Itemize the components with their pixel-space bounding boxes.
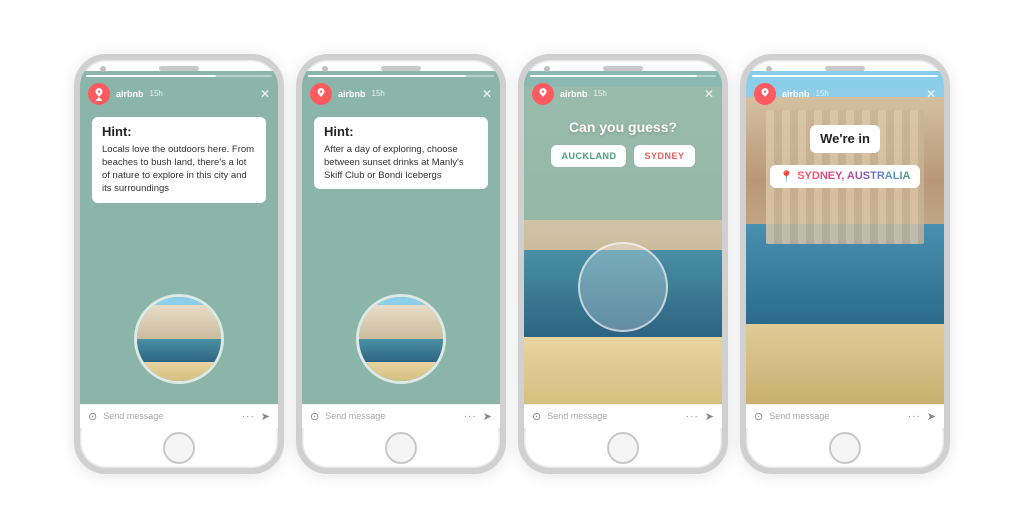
story-time-4: 15h xyxy=(816,89,829,98)
message-input-3[interactable]: Send message xyxy=(547,411,680,421)
were-in-label-4: We're in xyxy=(820,131,870,146)
dots-icon-3: ··· xyxy=(686,411,699,422)
story-area-1: airbnb 15h ✕ Hint: Locals love the outdo… xyxy=(80,71,278,404)
airbnb-logo-icon-2 xyxy=(314,87,328,101)
story-area-3: airbnb 15h ✕ Can you guess? AUCKLAND SYD… xyxy=(524,71,722,404)
bottom-bar-2: ⊙ Send message ··· ➤ xyxy=(302,404,500,428)
airbnb-logo-icon-4 xyxy=(758,87,772,101)
story-topbar-3: airbnb 15h ✕ xyxy=(524,71,722,109)
camera-icon-2: ⊙ xyxy=(310,410,319,423)
story-topbar-1: airbnb 15h ✕ xyxy=(80,71,278,109)
camera-icon-4: ⊙ xyxy=(754,410,763,423)
hint-card-2: Hint: After a day of exploring, choose b… xyxy=(314,117,488,190)
camera-icon-3: ⊙ xyxy=(532,410,541,423)
phone-screen-2: airbnb 15h ✕ Hint: After a day of explor… xyxy=(302,71,500,428)
phone-top-2 xyxy=(302,60,500,71)
story-username-2: airbnb xyxy=(338,89,366,99)
message-input-1[interactable]: Send message xyxy=(103,411,236,421)
send-icon-2[interactable]: ➤ xyxy=(483,410,492,423)
story-username-1: airbnb xyxy=(116,89,144,99)
message-input-2[interactable]: Send message xyxy=(325,411,458,421)
circle-overlay-3 xyxy=(578,242,668,332)
dots-icon-1: ··· xyxy=(242,411,255,422)
hint-title-2: Hint: xyxy=(324,124,478,139)
story-close-1[interactable]: ✕ xyxy=(260,87,270,101)
phone-screen-4: airbnb 15h ✕ We're in 📍 SYDNEY, AUSTRALI… xyxy=(746,71,944,428)
bottom-bar-1: ⊙ Send message ··· ➤ xyxy=(80,404,278,428)
home-button-2[interactable] xyxy=(385,432,417,464)
home-button-3[interactable] xyxy=(607,432,639,464)
phone-2: airbnb 15h ✕ Hint: After a day of explor… xyxy=(296,54,506,474)
story-close-4[interactable]: ✕ xyxy=(926,87,936,101)
airbnb-avatar-3 xyxy=(532,83,554,105)
story-close-3[interactable]: ✕ xyxy=(704,87,714,101)
message-input-4[interactable]: Send message xyxy=(769,411,902,421)
story-topbar-2: airbnb 15h ✕ xyxy=(302,71,500,109)
guess-prompt-3: Can you guess? xyxy=(524,109,722,141)
phone-4: airbnb 15h ✕ We're in 📍 SYDNEY, AUSTRALI… xyxy=(740,54,950,474)
phone-screen-3: airbnb 15h ✕ Can you guess? AUCKLAND SYD… xyxy=(524,71,722,428)
bottom-bar-3: ⊙ Send message ··· ➤ xyxy=(524,404,722,428)
send-icon-1[interactable]: ➤ xyxy=(261,410,270,423)
airbnb-logo-icon-1 xyxy=(92,87,106,101)
home-button-1[interactable] xyxy=(163,432,195,464)
hint-body-1: Locals love the outdoors here. From beac… xyxy=(102,143,256,196)
circle-image-2 xyxy=(356,294,446,384)
story-area-2: airbnb 15h ✕ Hint: After a day of explor… xyxy=(302,71,500,404)
hint-body-2: After a day of exploring, choose between… xyxy=(324,143,478,183)
story-username-3: airbnb xyxy=(560,89,588,99)
option-sydney-3[interactable]: SYDNEY xyxy=(634,145,694,167)
bottom-bar-4: ⊙ Send message ··· ➤ xyxy=(746,404,944,428)
location-card-4: 📍 SYDNEY, AUSTRALIA xyxy=(770,165,921,188)
airbnb-avatar-1 xyxy=(88,83,110,105)
send-icon-4[interactable]: ➤ xyxy=(927,410,936,423)
phone-1: airbnb 15h ✕ Hint: Locals love the outdo… xyxy=(74,54,284,474)
circle-image-1 xyxy=(134,294,224,384)
airbnb-avatar-2 xyxy=(310,83,332,105)
home-button-4[interactable] xyxy=(829,432,861,464)
location-text-4: SYDNEY, AUSTRALIA xyxy=(797,170,910,182)
location-pin-icon-4: 📍 xyxy=(780,170,794,183)
story-time-3: 15h xyxy=(594,89,607,98)
phone-top-4 xyxy=(746,60,944,71)
hint-title-1: Hint: xyxy=(102,124,256,139)
story-close-2[interactable]: ✕ xyxy=(482,87,492,101)
dots-icon-2: ··· xyxy=(464,411,477,422)
story-time-2: 15h xyxy=(372,89,385,98)
story-username-4: airbnb xyxy=(782,89,810,99)
camera-icon-1: ⊙ xyxy=(88,410,97,423)
dots-icon-4: ··· xyxy=(908,411,921,422)
phone-3: airbnb 15h ✕ Can you guess? AUCKLAND SYD… xyxy=(518,54,728,474)
story-topbar-4: airbnb 15h ✕ xyxy=(746,71,944,109)
option-auckland-3[interactable]: AUCKLAND xyxy=(551,145,626,167)
phones-container: airbnb 15h ✕ Hint: Locals love the outdo… xyxy=(54,34,970,494)
phone-screen-1: airbnb 15h ✕ Hint: Locals love the outdo… xyxy=(80,71,278,428)
send-icon-3[interactable]: ➤ xyxy=(705,410,714,423)
airbnb-avatar-4 xyxy=(754,83,776,105)
hint-card-1: Hint: Locals love the outdoors here. Fro… xyxy=(92,117,266,203)
story-area-4: airbnb 15h ✕ We're in 📍 SYDNEY, AUSTRALI… xyxy=(746,71,944,404)
phone-top-1 xyxy=(80,60,278,71)
story-time-1: 15h xyxy=(150,89,163,98)
phone-top-3 xyxy=(524,60,722,71)
were-in-card-4: We're in xyxy=(810,125,880,153)
guess-options-3: AUCKLAND SYDNEY xyxy=(524,141,722,171)
airbnb-logo-icon-3 xyxy=(536,87,550,101)
